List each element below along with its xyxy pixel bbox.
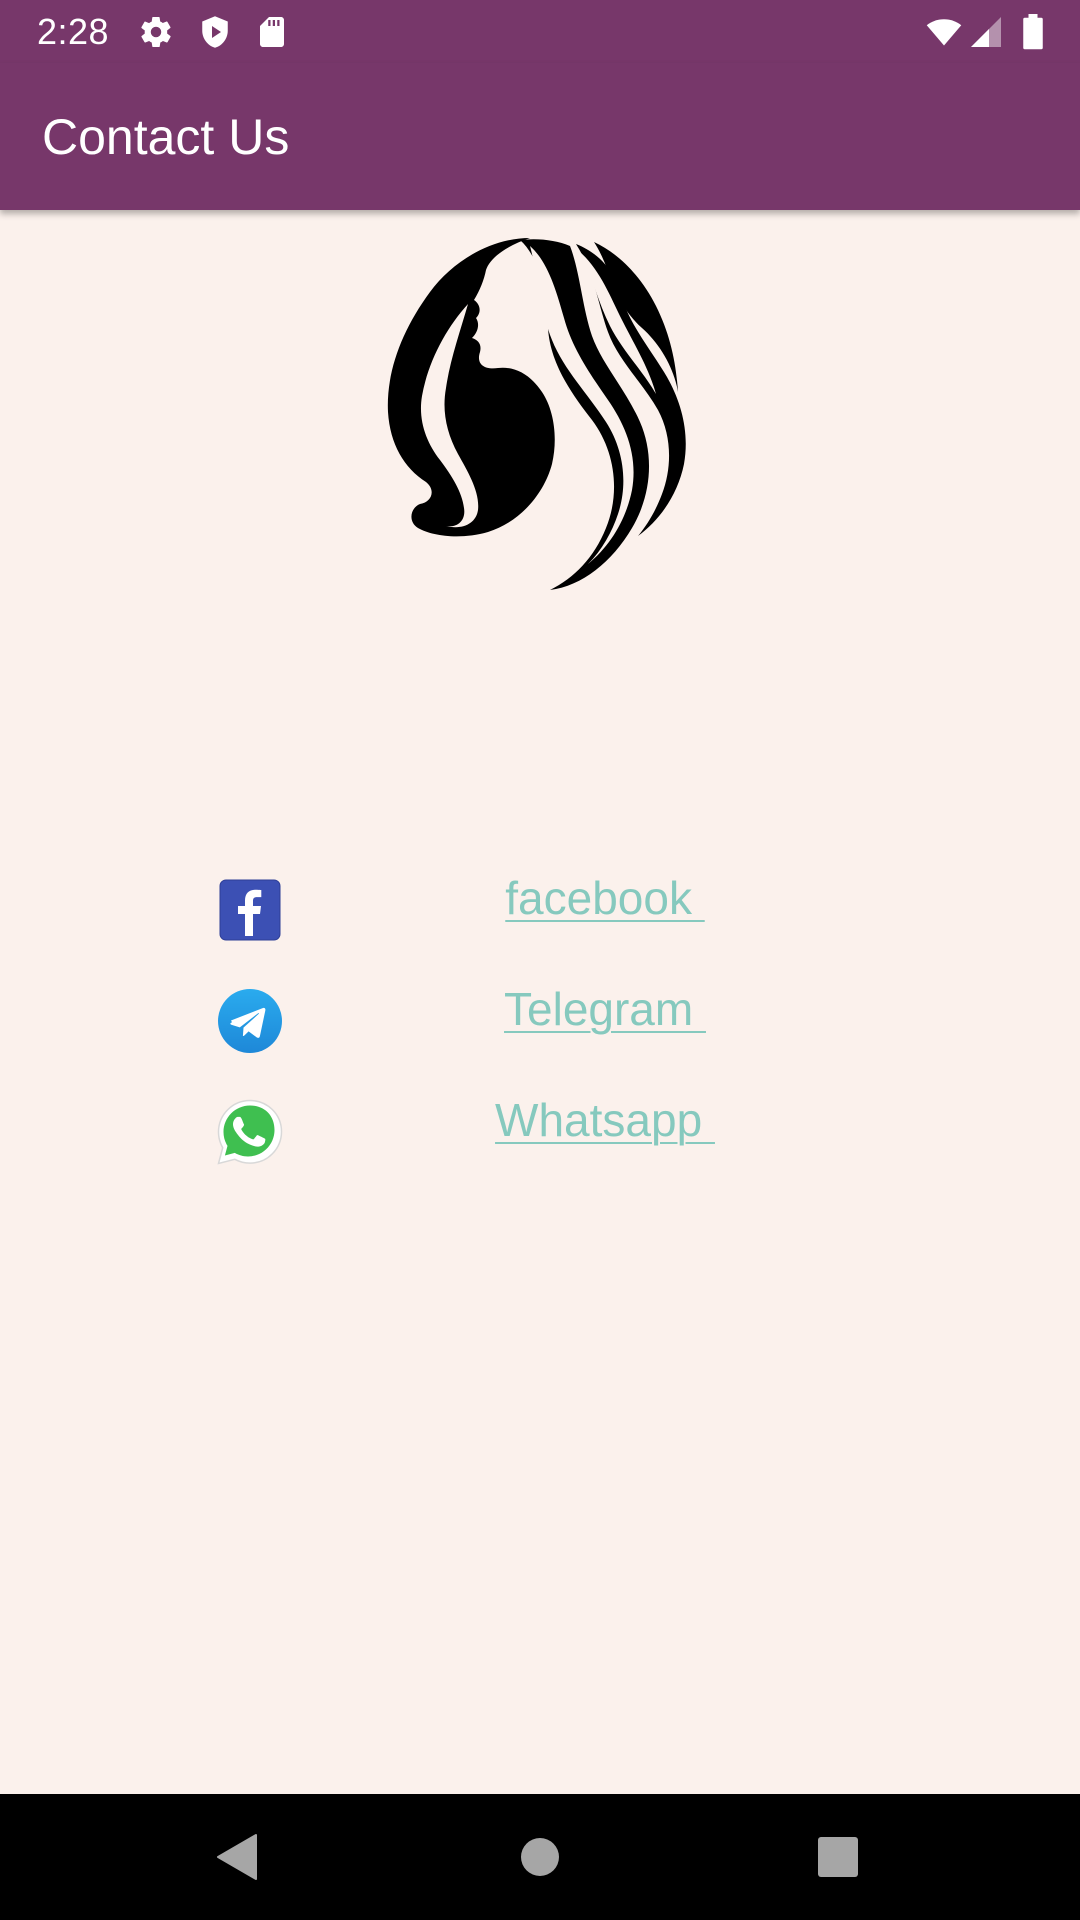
page-title: Contact Us	[42, 109, 290, 165]
status-time: 2:28	[37, 11, 110, 52]
sd-card-icon	[260, 17, 284, 47]
whatsapp-icon[interactable]	[216, 1098, 284, 1166]
shield-play-icon	[202, 16, 228, 48]
contact-row-whatsapp[interactable]: Whatsapp	[0, 1090, 1080, 1170]
settings-icon	[141, 16, 171, 48]
telegram-icon[interactable]	[216, 987, 284, 1055]
woman-hair-silhouette-logo	[387, 238, 686, 590]
navigation-bar	[0, 1794, 1080, 1920]
contact-us-screen: 2:28 Contact Us facebook Telegram Whatsa…	[0, 0, 1080, 1920]
facebook-link[interactable]: facebook	[290, 868, 920, 928]
battery-icon	[1023, 14, 1043, 50]
contact-row-facebook[interactable]: facebook	[0, 868, 1080, 948]
status-bar: 2:28	[0, 0, 1080, 63]
facebook-icon[interactable]	[216, 876, 284, 944]
whatsapp-link[interactable]: Whatsapp	[290, 1090, 920, 1150]
recents-icon[interactable]	[808, 1827, 868, 1887]
cell-signal-icon	[971, 17, 1001, 47]
wifi-icon	[926, 19, 962, 46]
telegram-link[interactable]: Telegram	[290, 979, 920, 1039]
back-icon[interactable]	[208, 1827, 268, 1887]
contact-row-telegram[interactable]: Telegram	[0, 979, 1080, 1059]
home-icon[interactable]	[510, 1827, 570, 1887]
app-bar: Contact Us	[0, 63, 1080, 210]
